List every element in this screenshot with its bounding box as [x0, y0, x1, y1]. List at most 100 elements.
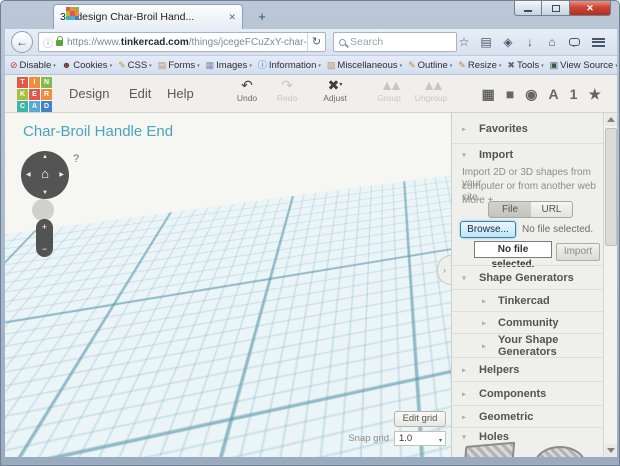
search-input[interactable] [350, 36, 430, 48]
browser-tab[interactable]: 3D design Char-Broil Hand... ✕ [53, 4, 243, 29]
sidebar-section-geometric[interactable]: ▸ Geometric [452, 405, 603, 427]
logo-tile-E: E [29, 89, 40, 100]
adjust-label: Adjust [323, 93, 347, 103]
devbar-label: Outline [417, 59, 448, 71]
devbar-item-view-source[interactable]: ▣View Source▾ [550, 60, 617, 71]
menu-design[interactable]: Design [65, 75, 113, 113]
zoom-in-button[interactable]: + [36, 222, 53, 232]
tab-close-icon[interactable]: ✕ [228, 12, 236, 23]
sidebar-item-your-shape-generators[interactable]: ▸ Your Shape Generators [452, 333, 603, 358]
devbar-item-css[interactable]: ✎ CSS ▾ [118, 60, 152, 71]
reload-button[interactable]: ↻ [307, 33, 325, 51]
rotate-left-icon[interactable]: ◀ [26, 171, 31, 178]
favorites-label: Favorites [479, 123, 528, 135]
orbit-help-icon[interactable]: ? [73, 153, 79, 165]
sidebar-item-community[interactable]: ▸ Community [452, 311, 603, 333]
import-button[interactable]: Import [556, 243, 600, 261]
zoom-control[interactable]: + − [36, 219, 53, 257]
wireframe-sphere-icon[interactable]: ◉ [525, 86, 537, 103]
dropdown-caret-icon: ▾ [249, 63, 252, 69]
downloads-icon[interactable]: ↓ [519, 35, 541, 49]
scrollbar-thumb[interactable] [605, 128, 617, 246]
group-label: Group [377, 93, 401, 103]
browser-chrome: ← ⓘ https://www.tinkercad.com/things/jce… [5, 29, 617, 457]
new-tab-button[interactable]: + [249, 8, 275, 26]
devbar-item-tools[interactable]: ✖ Tools ▾ [507, 60, 543, 71]
scroll-down-button[interactable] [605, 444, 617, 457]
minimize-button[interactable] [514, 1, 542, 16]
sidebar-item-tinkercad[interactable]: ▸ Tinkercad [452, 289, 603, 311]
menu-icon[interactable] [592, 37, 605, 47]
pocket-icon[interactable]: ◈ [497, 35, 519, 49]
rotate-right-icon[interactable]: ▶ [59, 171, 64, 178]
home-icon[interactable]: ⌂ [541, 35, 563, 49]
sidebar-section-components[interactable]: ▸ Components [452, 381, 603, 405]
devbar-label: Disable [19, 59, 52, 71]
snap-grid-label: Snap grid [348, 433, 389, 444]
favorites-star-icon[interactable]: ★ [588, 86, 601, 103]
sidebar-section-helpers[interactable]: ▸ Helpers [452, 357, 603, 381]
scroll-up-button[interactable] [605, 113, 617, 126]
rotate-up-icon[interactable]: ▲ [21, 154, 69, 160]
sidebar-section-shape-generators[interactable]: ▾ Shape Generators [452, 265, 603, 289]
bookmark-star-icon[interactable]: ☆ [453, 35, 475, 49]
zoom-out-button[interactable]: − [36, 244, 53, 254]
number-tool-icon[interactable]: 1 [570, 86, 578, 102]
workplane-grid[interactable] [5, 113, 451, 457]
devbar-item-disable[interactable]: ⊘ Disable ▾ [10, 60, 56, 71]
chevron-down-icon: ▾ [462, 150, 467, 159]
file-selected-box[interactable]: No file selected. [474, 241, 552, 270]
maximize-icon [551, 4, 560, 12]
sidebar-scrollbar[interactable] [603, 113, 617, 457]
bookmarks-menu-icon[interactable]: ▤ [475, 35, 497, 49]
site-identity-icon[interactable]: ⓘ [43, 35, 53, 50]
community-item-label: Community [498, 316, 559, 329]
devbar-item-forms[interactable]: ▤ Forms ▾ [158, 60, 200, 71]
import-tab-url[interactable]: URL [531, 201, 573, 218]
chevron-right-icon: ▸ [482, 318, 487, 327]
menu-edit[interactable]: Edit [125, 75, 155, 113]
dropdown-caret-icon: ▾ [109, 63, 113, 69]
view-toolbar: ▦ ■ ◉ A 1 ★ [482, 75, 601, 113]
logo-tile-C: C [17, 101, 28, 112]
chat-icon[interactable] [569, 38, 580, 47]
devbar-item-information[interactable]: ⓘ Information ▾ [258, 60, 321, 71]
your-shape-generators-label: Your Shape Generators [498, 333, 559, 358]
undo-button[interactable]: ↶ Undo [225, 78, 269, 104]
close-button[interactable]: ✕ [569, 1, 611, 16]
workplane-icon[interactable]: ▦ [482, 86, 495, 103]
view-orbit-control[interactable]: ⌂ ▲ ▼ ◀ ▶ [21, 151, 69, 199]
back-button[interactable]: ← [11, 31, 33, 53]
maximize-button[interactable] [542, 1, 569, 16]
chevron-right-icon: ▸ [482, 296, 487, 305]
chevron-right-icon: ▸ [462, 124, 467, 134]
group-button[interactable]: ▲▲ Group [367, 78, 411, 104]
adjust-button[interactable]: ✖▾ Adjust [313, 78, 357, 104]
menu-help[interactable]: Help [163, 75, 198, 113]
scroll-up-icon [607, 113, 615, 122]
sidebar-section-holes[interactable]: ▾ Holes [452, 427, 603, 445]
edit-grid-button[interactable]: Edit grid [394, 411, 446, 427]
tinkercad-logo[interactable]: TIN KER CAD [17, 77, 52, 112]
sidebar-section-favorites[interactable]: ▸ Favorites [452, 115, 603, 143]
hole-cylinder-shape[interactable] [534, 446, 586, 457]
solid-box-icon[interactable]: ■ [506, 86, 514, 102]
url-bar[interactable]: ⓘ https://www.tinkercad.com/things/jcege… [38, 32, 326, 52]
snap-grid-select[interactable]: 1.0 ▾ [394, 431, 446, 446]
devbar-item-cookies[interactable]: ☻ Cookies ▾ [62, 60, 112, 71]
devbar-item-miscellaneous[interactable]: ▨ Miscellaneous ▾ [327, 60, 402, 71]
devbar-item-resize[interactable]: ✎ Resize ▾ [458, 60, 501, 71]
rotate-down-icon[interactable]: ▼ [21, 190, 69, 196]
design-title[interactable]: Char-Broil Handle End [23, 123, 173, 140]
devbar-item-images[interactable]: ▦ Images ▾ [206, 60, 252, 71]
design-canvas[interactable]: Char-Broil Handle End ⌂ ▲ ▼ ◀ ▶ ? + − Ed… [5, 113, 451, 457]
import-tab-file[interactable]: File [488, 201, 532, 218]
redo-button[interactable]: ↷ Redo [265, 78, 309, 104]
text-tool-icon[interactable]: A [549, 86, 559, 102]
devbar-item-outline[interactable]: ✎ Outline ▾ [408, 60, 452, 71]
outline-icon: ✎ [408, 59, 416, 70]
sidebar-section-import[interactable]: ▾ Import [452, 143, 603, 165]
search-box[interactable] [333, 32, 457, 52]
browse-button[interactable]: Browse... [460, 221, 516, 238]
ungroup-button[interactable]: ▲▲ Ungroup [409, 78, 453, 104]
